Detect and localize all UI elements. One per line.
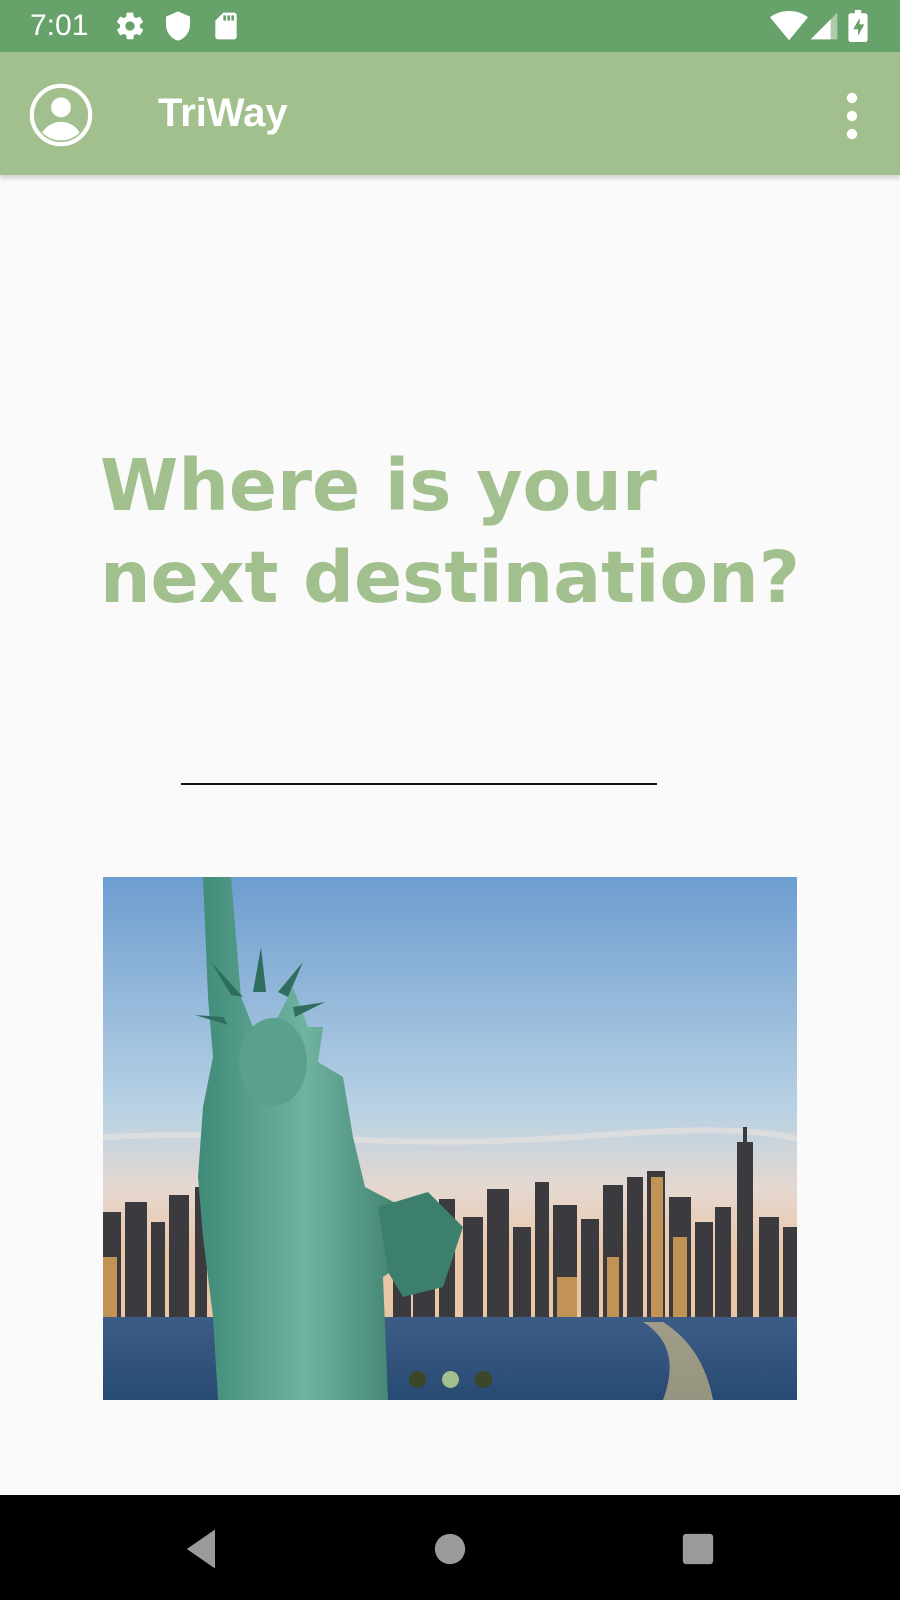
image-carousel[interactable] <box>103 877 797 1400</box>
navigation-bar <box>0 1495 900 1600</box>
recents-icon[interactable] <box>672 1523 724 1575</box>
shield-icon <box>162 10 194 42</box>
app-title: TriWay <box>158 91 288 135</box>
account-circle-icon[interactable] <box>28 82 94 148</box>
sd-card-icon <box>210 10 242 42</box>
settings-icon <box>114 10 146 42</box>
cell-signal-icon <box>808 10 840 42</box>
status-time: 7:01 <box>30 9 89 42</box>
page-headline: Where is your next destination? <box>100 440 820 624</box>
battery-charging-icon <box>846 10 870 42</box>
destination-input[interactable] <box>181 735 657 785</box>
carousel-indicators <box>103 1371 797 1388</box>
home-icon[interactable] <box>424 1523 476 1575</box>
more-vert-icon[interactable] <box>828 88 876 144</box>
carousel-dot-2[interactable] <box>441 1371 459 1388</box>
back-icon[interactable] <box>176 1523 228 1575</box>
status-bar: 7:01 <box>0 0 900 52</box>
wifi-icon <box>770 10 808 42</box>
carousel-image <box>103 877 797 1400</box>
headline-line-2: next destination? <box>100 536 800 619</box>
headline-line-1: Where is your <box>100 444 657 527</box>
carousel-dot-1[interactable] <box>408 1371 426 1388</box>
app-bar: TriWay <box>0 52 900 175</box>
carousel-dot-3[interactable] <box>474 1371 492 1388</box>
